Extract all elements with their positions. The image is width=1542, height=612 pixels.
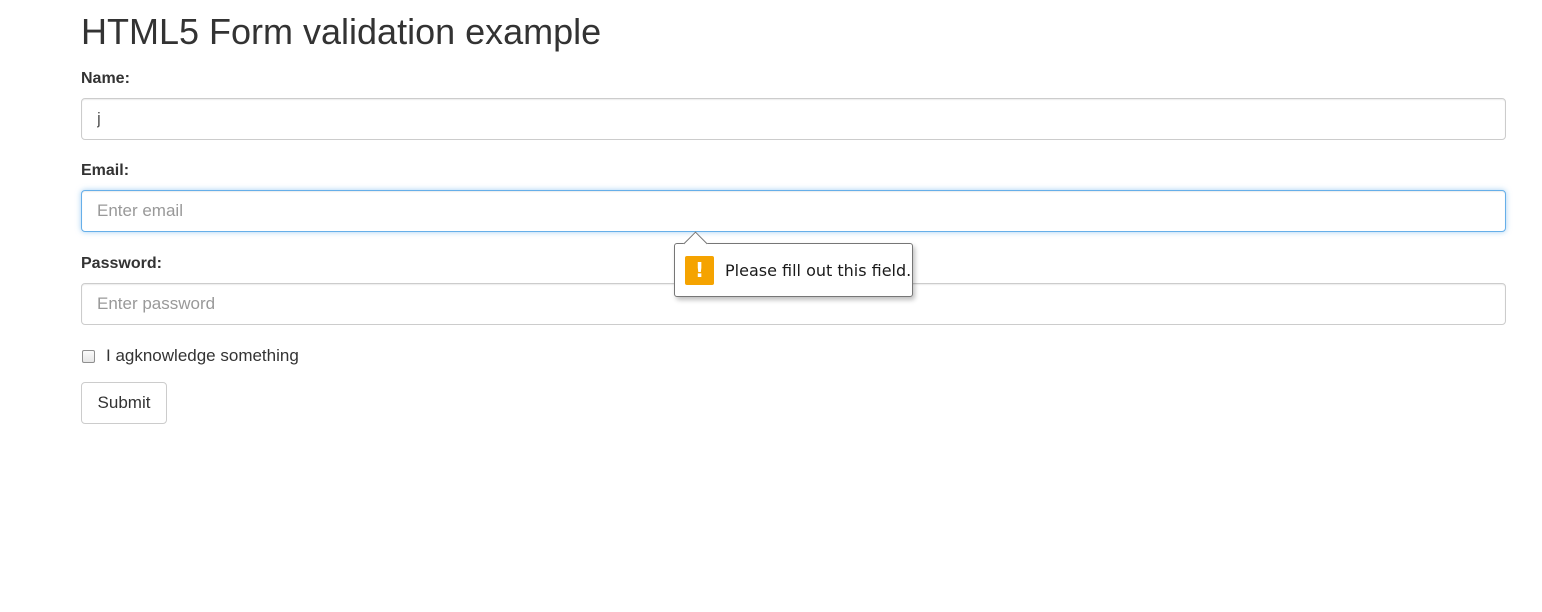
acknowledge-row: I agknowledge something [81, 345, 299, 367]
validation-tooltip: ! Please fill out this field. [674, 231, 913, 297]
password-label: Password: [81, 255, 162, 272]
acknowledge-checkbox[interactable] [82, 349, 95, 363]
name-field[interactable] [81, 98, 1506, 140]
page-title: HTML5 Form validation example [81, 11, 602, 52]
name-label: Name: [81, 70, 130, 87]
tooltip-message: Please fill out this field. [725, 260, 912, 280]
page: HTML5 Form validation example Name: Emai… [0, 0, 1542, 612]
tooltip-arrow [683, 231, 708, 256]
email-field[interactable] [81, 190, 1506, 232]
acknowledge-label[interactable]: I agknowledge something [106, 345, 299, 367]
submit-button[interactable]: Submit [81, 382, 167, 424]
warning-icon: ! [685, 255, 714, 285]
email-label: Email: [81, 162, 130, 179]
